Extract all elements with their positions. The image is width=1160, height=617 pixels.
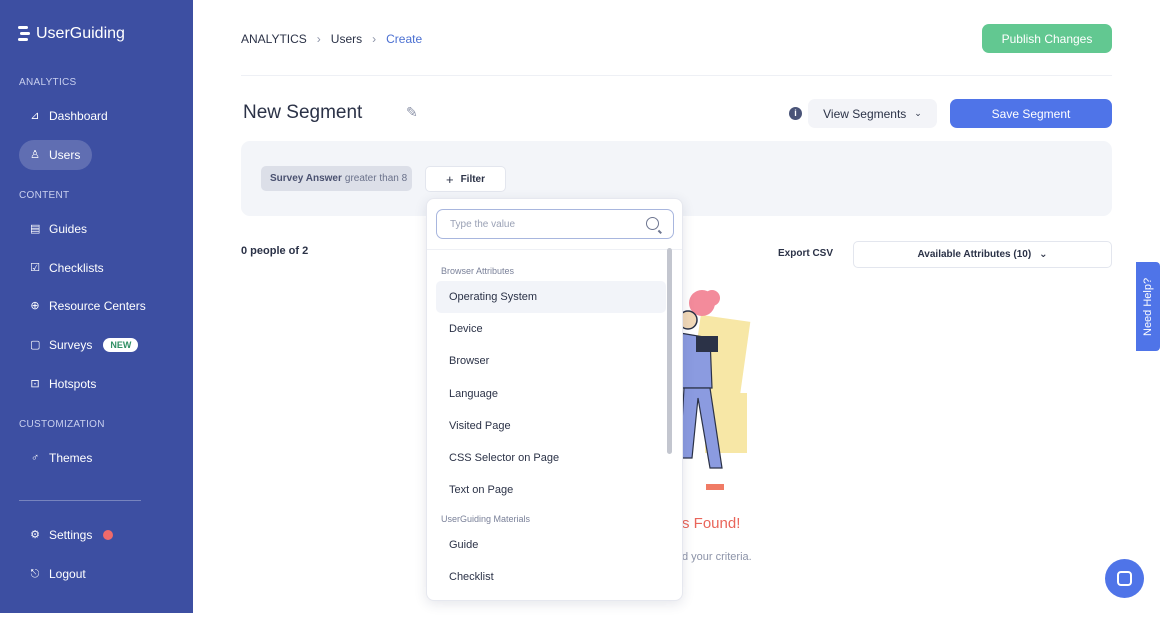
need-help-tab[interactable]: Need Help? (1136, 262, 1160, 351)
option-browser[interactable]: Browser (436, 345, 666, 377)
sidebar-item-checklists[interactable]: ☑ Checklists (19, 253, 169, 283)
chevron-down-icon: ⌄ (914, 108, 922, 118)
view-segments-button[interactable]: View Segments ⌄ (808, 99, 937, 128)
sidebar-item-logout[interactable]: ⎋ Logout (19, 559, 169, 589)
chat-icon (1117, 571, 1132, 586)
chevron-down-icon: ⌄ (1039, 249, 1048, 260)
sidebar-item-label: Themes (49, 451, 93, 465)
section-analytics: ANALYTICS (19, 77, 77, 88)
dropdown-scrollbar[interactable] (667, 248, 672, 454)
breadcrumb-analytics[interactable]: ANALYTICS (241, 32, 307, 46)
filter-chip-condition: greater than 8 (344, 173, 408, 184)
view-segments-label: View Segments (823, 106, 907, 121)
user-icon: ♙ (30, 149, 40, 161)
sidebar-divider (19, 500, 141, 501)
dropdown-divider (427, 249, 682, 250)
option-css-selector-on-page[interactable]: CSS Selector on Page (436, 442, 666, 474)
empty-state-title: s Found! (682, 515, 741, 532)
sidebar-item-label: Dashboard (49, 109, 108, 123)
breadcrumb: ANALYTICS › Users › Create (241, 32, 422, 46)
sidebar-item-label: Checklists (49, 261, 104, 275)
brand-name: UserGuiding (36, 25, 125, 42)
add-filter-label: Filter (460, 173, 486, 185)
sidebar-item-label: Logout (49, 567, 86, 581)
brand-logo[interactable]: UserGuiding (18, 24, 125, 44)
globe-icon: ⊕ (30, 300, 40, 312)
sidebar-item-label: Surveys (49, 338, 93, 352)
sidebar: UserGuiding ANALYTICS ⊿ Dashboard ♙ User… (0, 0, 193, 613)
sidebar-item-resource-centers[interactable]: ⊕ Resource Centers (19, 291, 169, 321)
sidebar-item-surveys[interactable]: ▢ Surveys NEW (19, 330, 169, 360)
export-csv-button[interactable]: Export CSV (778, 248, 833, 259)
group-browser-attributes: Browser Attributes (441, 266, 515, 276)
section-content: CONTENT (19, 190, 70, 201)
search-icon (646, 217, 659, 230)
sidebar-item-label: Settings (49, 528, 93, 542)
new-badge: NEW (103, 338, 139, 352)
page-title: New Segment (243, 102, 363, 123)
search-placeholder: Type the value (450, 218, 516, 230)
userguiding-logo-icon (18, 24, 30, 44)
option-language[interactable]: Language (436, 378, 666, 410)
save-segment-button[interactable]: Save Segment (950, 99, 1112, 128)
empty-state-subtitle: d your criteria. (682, 551, 752, 563)
survey-icon: ▢ (30, 339, 41, 351)
publish-changes-button[interactable]: Publish Changes (982, 24, 1112, 53)
gear-icon: ⚙ (30, 529, 40, 541)
chevron-right-icon: › (316, 32, 321, 46)
sidebar-item-label: Users (49, 148, 81, 162)
group-userguiding-materials: UserGuiding Materials (441, 514, 531, 524)
people-count: 0 people of 2 (241, 245, 309, 257)
filter-chip-attribute: Survey Answer (270, 173, 342, 184)
logout-icon: ⎋ (30, 568, 40, 580)
plus-icon: + (445, 171, 454, 187)
section-customization: CUSTOMIZATION (19, 419, 105, 430)
sidebar-item-label: Resource Centers (49, 299, 146, 313)
filter-chip[interactable]: Survey Answer greater than 8 (261, 166, 412, 191)
option-text-on-page[interactable]: Text on Page (436, 474, 666, 506)
pencil-icon[interactable]: ✎ (406, 104, 418, 121)
sidebar-item-themes[interactable]: ♂ Themes (19, 443, 169, 473)
sidebar-item-dashboard[interactable]: ⊿ Dashboard (19, 101, 169, 131)
checklist-icon: ☑ (30, 262, 40, 274)
chat-launcher-button[interactable] (1105, 559, 1144, 598)
alert-dot-icon (103, 530, 114, 540)
sidebar-item-label: Hotspots (49, 377, 97, 391)
option-guide[interactable]: Guide (436, 529, 666, 561)
option-device[interactable]: Device (436, 313, 666, 345)
add-filter-button[interactable]: + Filter (425, 166, 506, 192)
chart-icon: ⊿ (30, 110, 40, 122)
value-search-input[interactable]: Type the value (436, 209, 674, 239)
available-attributes-label: Available Attributes (10) (917, 249, 1032, 260)
sidebar-item-users[interactable]: ♙ Users (19, 140, 92, 170)
option-visited-page[interactable]: Visited Page (436, 410, 666, 442)
sidebar-item-label: Guides (49, 222, 88, 236)
paint-icon: ♂ (30, 452, 40, 464)
option-operating-system[interactable]: Operating System (436, 281, 666, 313)
breadcrumb-users[interactable]: Users (331, 32, 362, 46)
chevron-right-icon: › (372, 32, 377, 46)
available-attributes-dropdown[interactable]: Available Attributes (10) ⌄ (853, 241, 1112, 268)
sidebar-item-settings[interactable]: ⚙ Settings (19, 520, 169, 550)
breadcrumb-create: Create (386, 32, 423, 46)
option-checklist[interactable]: Checklist (436, 561, 666, 593)
sidebar-item-hotspots[interactable]: ⊡ Hotspots (19, 369, 169, 399)
filter-attribute-dropdown: Type the value Browser Attributes Operat… (426, 198, 683, 601)
hotspot-icon: ⊡ (30, 378, 40, 390)
header-divider (241, 75, 1112, 76)
guide-icon: ▤ (30, 223, 41, 235)
sidebar-item-guides[interactable]: ▤ Guides (19, 214, 169, 244)
empty-state-illustration (678, 290, 751, 490)
info-icon[interactable]: i (789, 107, 802, 120)
